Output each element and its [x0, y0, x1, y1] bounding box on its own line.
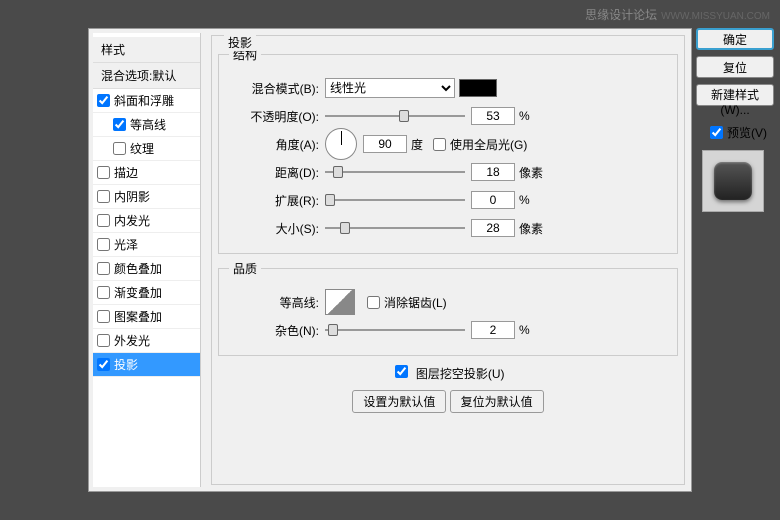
noise-label: 杂色(N):	[229, 322, 319, 339]
style-checkbox[interactable]	[113, 118, 126, 131]
knockout-checkbox[interactable]	[395, 365, 408, 378]
style-checkbox[interactable]	[97, 238, 110, 251]
panel-title: 投影	[224, 34, 256, 51]
new-style-button[interactable]: 新建样式(W)...	[696, 84, 774, 106]
sidebar-subtitle[interactable]: 混合选项:默认	[93, 63, 200, 89]
sidebar-title: 样式	[93, 37, 200, 63]
antialias-checkbox[interactable]	[367, 296, 380, 309]
contour-label: 等高线:	[229, 294, 319, 311]
distance-slider[interactable]	[325, 164, 465, 180]
style-item-7[interactable]: 颜色叠加	[93, 257, 200, 281]
global-light-checkbox[interactable]	[433, 138, 446, 151]
style-label: 描边	[114, 164, 138, 181]
contour-picker[interactable]	[325, 289, 355, 315]
watermark: 思缘设计论坛WWW.MISSYUAN.COM	[585, 6, 770, 23]
distance-label: 距离(D):	[229, 164, 319, 181]
style-checkbox[interactable]	[97, 358, 110, 371]
style-label: 内发光	[114, 212, 150, 229]
opacity-slider[interactable]	[325, 108, 465, 124]
noise-slider[interactable]	[325, 322, 465, 338]
style-item-3[interactable]: 描边	[93, 161, 200, 185]
style-label: 内阴影	[114, 188, 150, 205]
style-item-0[interactable]: 斜面和浮雕	[93, 89, 200, 113]
preview-thumbnail	[714, 162, 752, 200]
shadow-color-swatch[interactable]	[459, 79, 497, 97]
quality-group: 品质 等高线: 消除锯齿(L) 杂色(N): %	[218, 260, 678, 356]
preview-swatch	[702, 150, 764, 212]
spread-label: 扩展(R):	[229, 192, 319, 209]
distance-input[interactable]	[471, 163, 515, 181]
style-item-1[interactable]: 等高线	[93, 113, 200, 137]
blend-mode-select[interactable]: 线性光	[325, 78, 455, 98]
style-label: 投影	[114, 356, 138, 373]
blend-label: 混合模式(B):	[229, 80, 319, 97]
style-label: 等高线	[130, 116, 166, 133]
styles-sidebar: 样式 混合选项:默认 斜面和浮雕等高线纹理描边内阴影内发光光泽颜色叠加渐变叠加图…	[93, 33, 201, 487]
style-checkbox[interactable]	[97, 190, 110, 203]
spread-input[interactable]	[471, 191, 515, 209]
opacity-input[interactable]	[471, 107, 515, 125]
style-item-4[interactable]: 内阴影	[93, 185, 200, 209]
style-checkbox[interactable]	[97, 334, 110, 347]
style-item-9[interactable]: 图案叠加	[93, 305, 200, 329]
style-checkbox[interactable]	[97, 310, 110, 323]
style-checkbox[interactable]	[97, 262, 110, 275]
size-slider[interactable]	[325, 220, 465, 236]
style-item-6[interactable]: 光泽	[93, 233, 200, 257]
noise-input[interactable]	[471, 321, 515, 339]
style-checkbox[interactable]	[97, 286, 110, 299]
spread-slider[interactable]	[325, 192, 465, 208]
angle-label: 角度(A):	[229, 136, 319, 153]
style-item-5[interactable]: 内发光	[93, 209, 200, 233]
ok-button[interactable]: 确定	[696, 28, 774, 50]
style-label: 颜色叠加	[114, 260, 162, 277]
style-item-2[interactable]: 纹理	[93, 137, 200, 161]
style-item-8[interactable]: 渐变叠加	[93, 281, 200, 305]
angle-input[interactable]	[363, 135, 407, 153]
opacity-label: 不透明度(O):	[229, 108, 319, 125]
preview-checkbox[interactable]	[710, 126, 723, 139]
main-panel: 投影 结构 混合模式(B): 线性光 不透明度(O): %	[205, 29, 691, 491]
style-label: 斜面和浮雕	[114, 92, 174, 109]
structure-group: 结构 混合模式(B): 线性光 不透明度(O): % 角度(A):	[218, 46, 678, 254]
make-default-button[interactable]: 设置为默认值	[352, 390, 446, 413]
layer-style-dialog: 样式 混合选项:默认 斜面和浮雕等高线纹理描边内阴影内发光光泽颜色叠加渐变叠加图…	[88, 28, 692, 492]
style-label: 光泽	[114, 236, 138, 253]
style-checkbox[interactable]	[113, 142, 126, 155]
style-label: 纹理	[130, 140, 154, 157]
style-checkbox[interactable]	[97, 166, 110, 179]
style-label: 图案叠加	[114, 308, 162, 325]
style-item-10[interactable]: 外发光	[93, 329, 200, 353]
reset-default-button[interactable]: 复位为默认值	[450, 390, 544, 413]
angle-wheel[interactable]	[325, 128, 357, 160]
right-buttons: 确定 复位 新建样式(W)... 预览(V)	[696, 28, 776, 212]
style-checkbox[interactable]	[97, 214, 110, 227]
cancel-button[interactable]: 复位	[696, 56, 774, 78]
style-item-11[interactable]: 投影	[93, 353, 200, 377]
size-label: 大小(S):	[229, 220, 319, 237]
size-input[interactable]	[471, 219, 515, 237]
style-label: 渐变叠加	[114, 284, 162, 301]
style-checkbox[interactable]	[97, 94, 110, 107]
style-label: 外发光	[114, 332, 150, 349]
